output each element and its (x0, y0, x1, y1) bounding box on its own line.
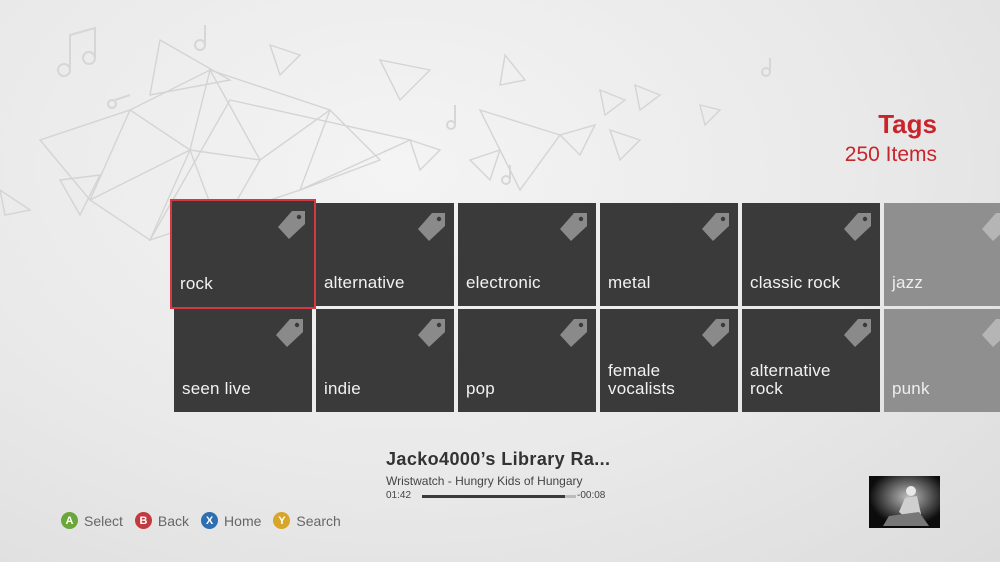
tag-label: indie (324, 379, 361, 398)
tag-label: pop (466, 379, 495, 398)
tag-label: classic rock (750, 273, 841, 292)
back-label: Back (157, 512, 190, 529)
tag-label: female vocalists (608, 361, 675, 398)
tag-icon (272, 315, 306, 349)
elapsed-time: 01:42 (386, 490, 412, 501)
tag-tile-jazz[interactable]: jazz (884, 203, 1000, 306)
home-hint[interactable]: X Home (201, 512, 261, 529)
tag-tile-rock[interactable]: rock (170, 199, 316, 309)
tag-label: metal (608, 273, 651, 292)
tag-label: alternative (324, 273, 405, 292)
tag-tile-alternative-rock[interactable]: alternative rock (742, 309, 880, 412)
tag-label: electronic (466, 273, 541, 292)
tag-icon (414, 209, 448, 243)
tag-tile-electronic[interactable]: electronic (458, 203, 596, 306)
tag-icon (414, 315, 448, 349)
tag-tile-female-vocalists[interactable]: female vocalists (600, 309, 738, 412)
tag-label: punk (892, 379, 930, 398)
controller-hints: A Select B Back X Home Y Search (61, 512, 341, 529)
progress-fill (422, 495, 566, 498)
tag-tile-metal[interactable]: metal (600, 203, 738, 306)
tag-icon (556, 209, 590, 243)
tag-label: rock (180, 274, 213, 293)
tag-icon (840, 209, 874, 243)
tag-icon (978, 315, 1000, 349)
home-label: Home (224, 512, 262, 529)
tag-label: jazz (892, 273, 924, 292)
y-button-icon: Y (273, 512, 291, 529)
back-hint[interactable]: B Back (134, 512, 190, 529)
x-button-icon: X (201, 512, 219, 529)
select-label: Select (84, 512, 123, 529)
remaining-time: -00:08 (577, 490, 606, 501)
tag-label: alternative rock (750, 361, 831, 398)
station-title: Jacko4000’s Library Ra... (386, 449, 611, 469)
tag-icon (840, 315, 874, 349)
tag-tile-pop[interactable]: pop (458, 309, 596, 412)
a-button-icon: A (61, 512, 78, 529)
select-hint[interactable]: A Select (61, 512, 123, 529)
tag-tile-punk[interactable]: punk (884, 309, 1000, 412)
b-button-icon: B (134, 512, 152, 529)
tag-tile-classic-rock[interactable]: classic rock (742, 203, 880, 306)
tag-label: seen live (182, 379, 251, 398)
tag-tile-alternative[interactable]: alternative (316, 203, 454, 306)
progress-bar (422, 495, 576, 498)
tag-icon (978, 209, 1000, 243)
tag-icon (698, 315, 732, 349)
tag-icon (274, 207, 308, 241)
tag-icon (556, 315, 590, 349)
track-info: Wristwatch - Hungry Kids of Hungary (386, 474, 583, 488)
tag-tile-indie[interactable]: indie (316, 309, 454, 412)
search-hint[interactable]: Y Search (273, 512, 341, 529)
tag-icon (698, 209, 732, 243)
search-label: Search (296, 512, 341, 529)
album-art (869, 476, 940, 528)
tag-tile-seen-live[interactable]: seen live (174, 309, 312, 412)
now-playing-panel[interactable]: Jacko4000’s Library Ra... Wristwatch - H… (386, 449, 626, 501)
